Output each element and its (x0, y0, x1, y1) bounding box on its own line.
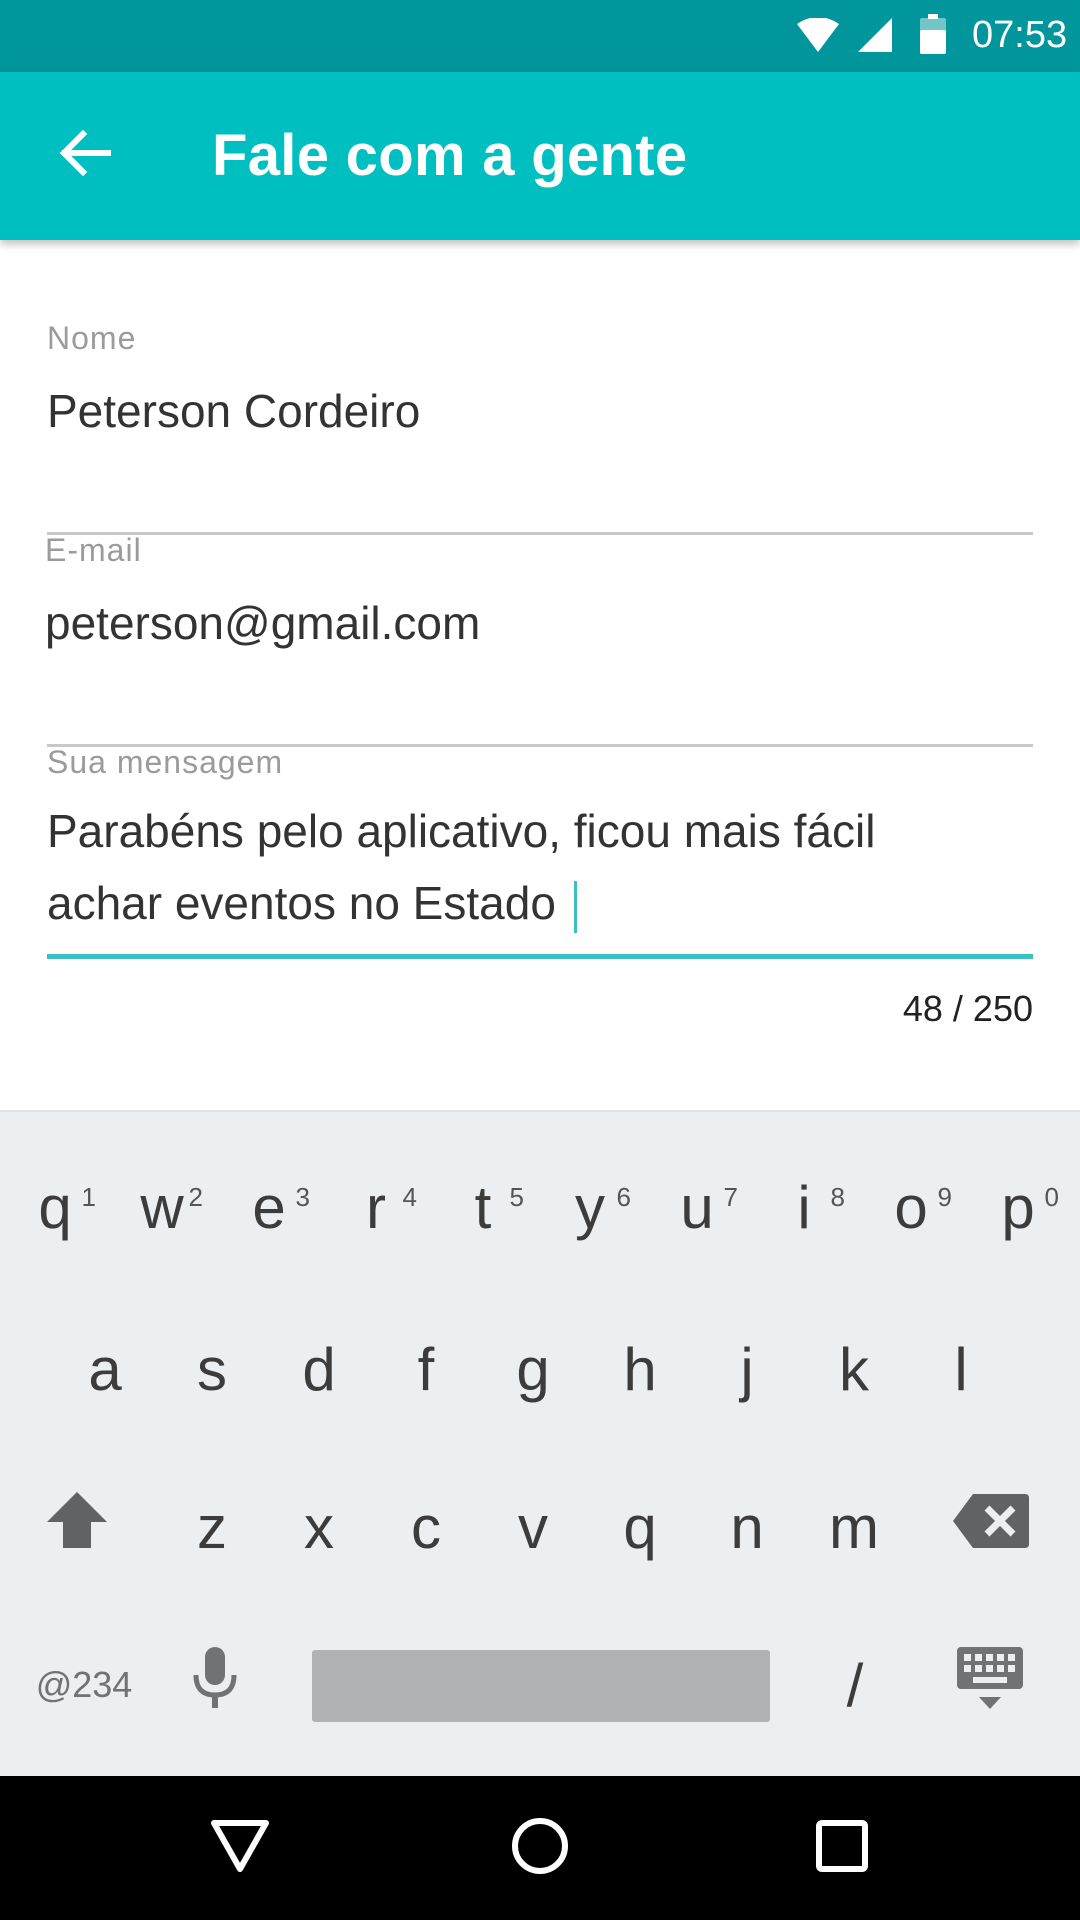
key-j[interactable]: j (694, 1304, 800, 1434)
key-label: t (474, 1173, 492, 1241)
key-v[interactable]: v (480, 1462, 586, 1592)
contact-form: Nome Peterson Cordeiro E-mail peterson@g… (0, 240, 1080, 1110)
key-q[interactable]: q1 (2, 1142, 108, 1272)
recents-square-icon (816, 1819, 868, 1877)
slash-key[interactable]: / (802, 1620, 908, 1750)
wifi-icon (797, 17, 839, 57)
message-line-2: achar eventos no Estado (47, 867, 1033, 939)
symbols-key[interactable]: @234 (30, 1620, 138, 1750)
status-bar: 07:53 (0, 0, 1080, 72)
nav-recents-button[interactable] (802, 1808, 882, 1888)
key-label: q (38, 1173, 72, 1241)
key-z[interactable]: z (159, 1462, 265, 1592)
character-counter: 48 / 250 (902, 988, 1033, 1029)
backspace-icon (953, 1493, 1029, 1562)
key-label: w (140, 1173, 184, 1241)
name-field[interactable]: Nome Peterson Cordeiro (47, 320, 1033, 535)
message-label: Sua mensagem (47, 744, 284, 780)
soft-keyboard: q1 w2 e3 r4 t5 y6 u7 i8 o9 p0 a s d f g … (0, 1110, 1080, 1776)
key-hint: 6 (616, 1182, 631, 1212)
key-label: i (797, 1173, 811, 1241)
key-o[interactable]: o9 (858, 1142, 964, 1272)
key-k[interactable]: k (801, 1304, 907, 1434)
key-f[interactable]: f (373, 1304, 479, 1434)
nav-home-button[interactable] (500, 1808, 580, 1888)
home-circle-icon (511, 1817, 569, 1880)
key-a[interactable]: a (52, 1304, 158, 1434)
key-u[interactable]: u7 (644, 1142, 750, 1272)
voice-key[interactable] (162, 1620, 268, 1750)
keyboard-hide-icon (957, 1647, 1023, 1723)
backspace-key[interactable] (938, 1462, 1044, 1592)
email-label: E-mail (45, 532, 142, 568)
key-r[interactable]: r4 (323, 1142, 429, 1272)
key-c[interactable]: c (373, 1462, 479, 1592)
key-t[interactable]: t5 (430, 1142, 536, 1272)
key-hint: 7 (723, 1182, 738, 1212)
app-bar: Fale com a gente (0, 72, 1080, 240)
navigation-bar (0, 1776, 1080, 1920)
key-w[interactable]: w2 (109, 1142, 215, 1272)
key-d[interactable]: d (266, 1304, 372, 1434)
message-line-2-text: achar eventos no Estado (47, 877, 556, 929)
nav-back-button[interactable] (200, 1808, 280, 1888)
arrow-back-icon (59, 129, 112, 181)
key-h[interactable]: h (587, 1304, 693, 1434)
microphone-icon (192, 1647, 238, 1723)
hide-keyboard-key[interactable] (937, 1620, 1043, 1750)
page-title: Fale com a gente (212, 123, 688, 188)
key-e[interactable]: e3 (216, 1142, 322, 1272)
key-label: y (575, 1173, 605, 1241)
key-p[interactable]: p0 (965, 1142, 1071, 1272)
key-i[interactable]: i8 (751, 1142, 857, 1272)
key-g[interactable]: g (480, 1304, 586, 1434)
message-underline (47, 954, 1033, 959)
name-input[interactable]: Peterson Cordeiro (47, 375, 1033, 447)
key-label: o (894, 1173, 928, 1241)
key-label: e (252, 1173, 286, 1241)
key-hint: 3 (295, 1182, 310, 1212)
screen: 07:53 Fale com a gente Nome Peterson Cor… (0, 0, 1080, 1920)
key-m[interactable]: m (801, 1462, 907, 1592)
name-label: Nome (47, 320, 137, 356)
message-field[interactable]: Sua mensagem Parabéns pelo aplicativo, f… (47, 744, 1033, 959)
battery-icon (920, 14, 946, 59)
email-input[interactable]: peterson@gmail.com (45, 587, 1031, 659)
key-s[interactable]: s (159, 1304, 265, 1434)
key-hint: 2 (188, 1182, 203, 1212)
message-input[interactable]: Parabéns pelo aplicativo, ficou mais fác… (47, 795, 1033, 939)
key-label: r (366, 1173, 386, 1241)
key-x[interactable]: x (266, 1462, 372, 1592)
key-hint: 8 (830, 1182, 845, 1212)
key-hint: 9 (937, 1182, 952, 1212)
email-field[interactable]: E-mail peterson@gmail.com (45, 532, 1033, 747)
key-hint: 0 (1044, 1182, 1059, 1212)
key-hint: 5 (509, 1182, 524, 1212)
back-button[interactable] (40, 110, 130, 200)
key-q-2[interactable]: q (587, 1462, 693, 1592)
signal-icon (858, 18, 892, 57)
key-n[interactable]: n (694, 1462, 800, 1592)
key-label: u (680, 1173, 714, 1241)
key-hint: 1 (81, 1182, 96, 1212)
space-bar[interactable] (312, 1650, 770, 1722)
text-cursor (573, 880, 577, 933)
clock: 07:53 (972, 14, 1068, 56)
shift-icon (47, 1492, 107, 1562)
message-line-1: Parabéns pelo aplicativo, ficou mais fác… (47, 805, 876, 857)
key-l[interactable]: l (908, 1304, 1014, 1434)
key-y[interactable]: y6 (537, 1142, 643, 1272)
back-triangle-icon (210, 1819, 270, 1878)
key-label: p (1001, 1173, 1035, 1241)
key-hint: 4 (402, 1182, 417, 1212)
shift-key[interactable] (24, 1462, 130, 1592)
